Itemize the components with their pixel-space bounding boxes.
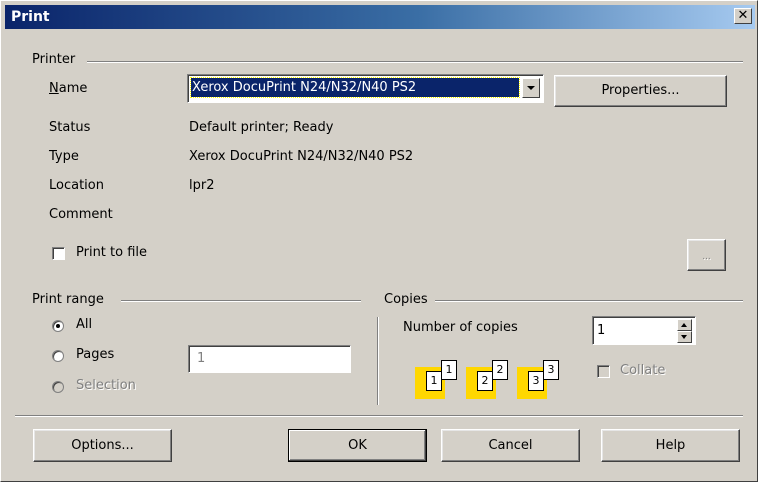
printer-group-label: Printer: [32, 52, 78, 67]
print-range-group-line: [121, 300, 361, 302]
close-button[interactable]: ✕: [734, 8, 752, 24]
arrow-down-icon: [681, 335, 687, 339]
printer-name-select[interactable]: Xerox DocuPrint N24/N32/N40 PS2: [187, 74, 544, 103]
copies-group-line: [435, 300, 743, 302]
status-value: Default printer; Ready: [189, 120, 334, 135]
all-radio[interactable]: [52, 320, 64, 332]
properties-button-label: Properties...: [601, 83, 680, 98]
name-label: Name: [49, 81, 88, 96]
copies-input-value: 1: [597, 323, 606, 338]
browse-button[interactable]: ...: [687, 239, 726, 271]
bottom-divider: [15, 415, 743, 417]
page-icon: 2: [492, 360, 508, 380]
print-range-group-label: Print range: [32, 292, 106, 307]
help-button[interactable]: Help: [601, 429, 740, 462]
copies-group-label: Copies: [384, 292, 430, 307]
location-label: Location: [49, 178, 104, 193]
printer-dropdown-button[interactable]: [522, 78, 540, 98]
pages-input[interactable]: 1: [188, 345, 351, 373]
page-icon: 1: [441, 360, 457, 380]
title-bar[interactable]: Print ✕: [5, 5, 755, 29]
all-label[interactable]: All: [76, 317, 92, 332]
radio-selected-dot: [56, 324, 60, 328]
cancel-button-label: Cancel: [488, 438, 533, 453]
number-of-copies-label: Number of copies: [403, 320, 518, 335]
ok-button-label: OK: [348, 438, 367, 453]
properties-button[interactable]: Properties...: [554, 75, 727, 107]
selection-radio[interactable]: [52, 381, 64, 393]
name-label-rest: ame: [58, 81, 88, 96]
cancel-button[interactable]: Cancel: [441, 429, 580, 462]
status-label: Status: [49, 120, 91, 135]
close-icon: ✕: [737, 8, 749, 23]
ok-button[interactable]: OK: [288, 429, 427, 462]
browse-button-label: ...: [702, 252, 711, 262]
copies-increment-button[interactable]: [677, 319, 692, 331]
options-button-label: Options...: [71, 438, 134, 453]
printer-name-value: Xerox DocuPrint N24/N32/N40 PS2: [192, 80, 417, 95]
section-divider: [377, 317, 379, 405]
collate-checkbox[interactable]: [597, 365, 610, 378]
print-to-file-checkbox[interactable]: [52, 247, 65, 260]
copies-decrement-button[interactable]: [677, 331, 692, 343]
page-icon: 2: [477, 371, 493, 391]
print-to-file-label[interactable]: Print to file: [76, 245, 147, 260]
print-dialog: Print ✕ Printer Name Xerox DocuPrint N24…: [0, 0, 758, 482]
location-value: lpr2: [189, 178, 215, 193]
printer-name-highlight: Xerox DocuPrint N24/N32/N40 PS2: [190, 77, 520, 98]
pages-label[interactable]: Pages: [76, 347, 114, 362]
comment-label: Comment: [49, 207, 113, 222]
chevron-down-icon: [527, 86, 535, 90]
selection-label[interactable]: Selection: [76, 378, 136, 393]
page-icon: 1: [426, 371, 442, 391]
arrow-up-icon: [681, 323, 687, 327]
help-button-label: Help: [655, 438, 686, 453]
collate-label[interactable]: Collate: [620, 363, 665, 378]
pages-input-value: 1: [197, 351, 206, 366]
page-icon: 3: [543, 360, 559, 380]
pages-radio[interactable]: [52, 350, 64, 362]
window-title: Print: [11, 9, 50, 25]
options-button[interactable]: Options...: [33, 429, 172, 462]
type-label: Type: [49, 149, 79, 164]
collate-illustration-icon: 1 1 2 2 3 3: [415, 357, 565, 401]
printer-group-line: [87, 61, 743, 63]
page-icon: 3: [528, 371, 544, 391]
type-value: Xerox DocuPrint N24/N32/N40 PS2: [189, 149, 414, 164]
copies-input[interactable]: 1: [592, 316, 696, 345]
